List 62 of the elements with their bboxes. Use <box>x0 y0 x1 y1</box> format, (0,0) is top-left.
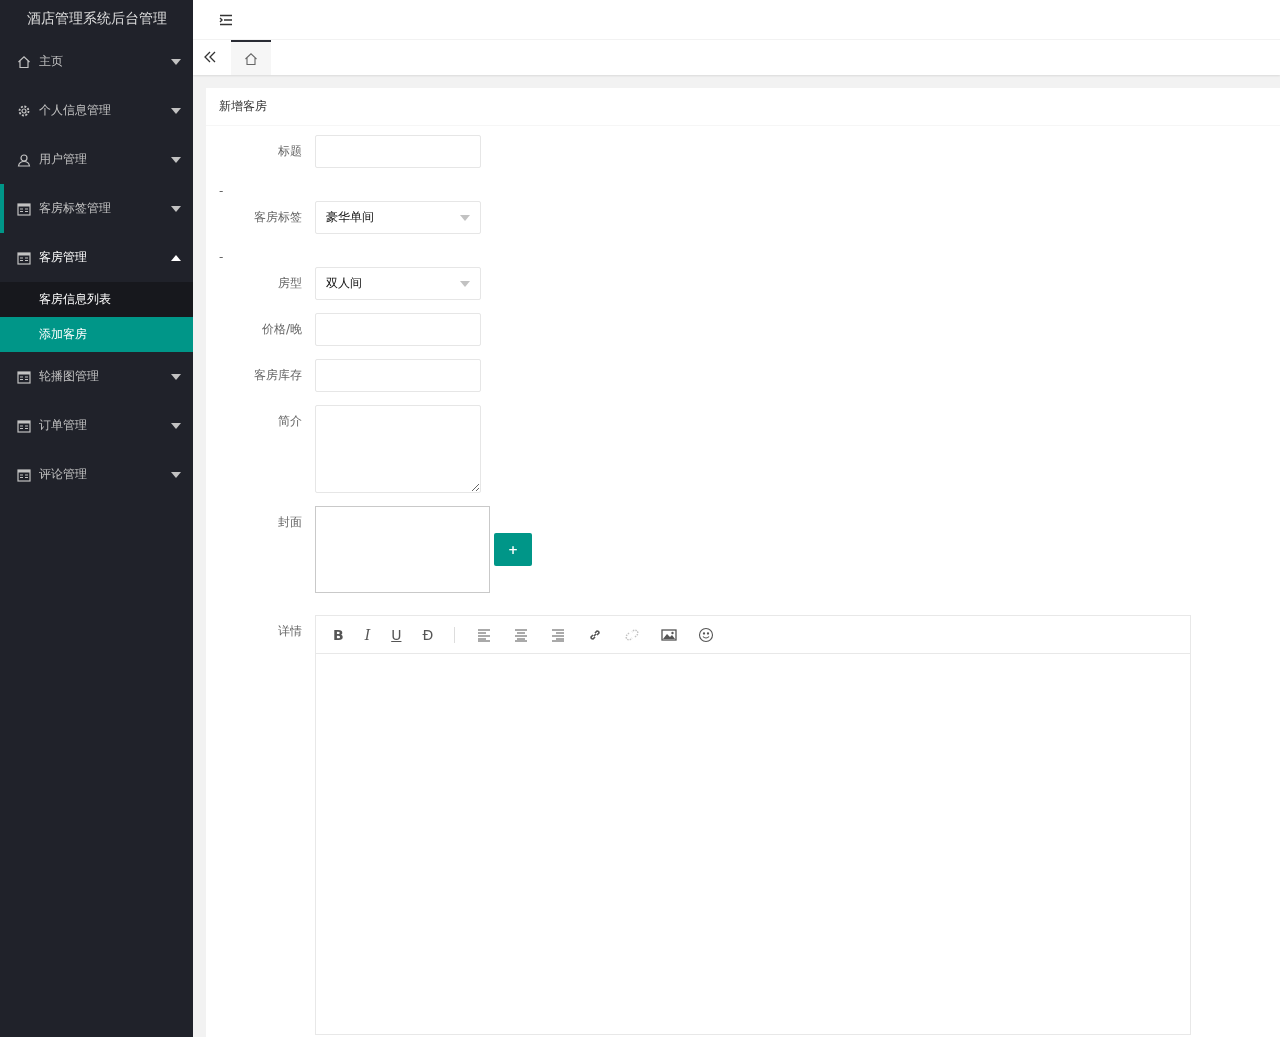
caret-icon <box>171 373 181 380</box>
menu-item[interactable]: 客房管理 <box>0 233 193 282</box>
dash-text: - <box>219 250 224 264</box>
align-right-icon[interactable] <box>550 626 567 643</box>
textarea-field[interactable] <box>315 405 481 493</box>
menu-item[interactable]: 订单管理 <box>0 401 193 450</box>
field-label: 简介 <box>278 414 302 428</box>
calendar-icon <box>17 369 31 384</box>
caret-icon <box>460 214 470 221</box>
card-title: 新增客房 <box>206 88 1280 126</box>
caret-icon <box>460 280 470 287</box>
calendar-icon <box>17 250 31 265</box>
italic-button[interactable]: I <box>364 626 371 643</box>
field-label: 封面 <box>278 515 302 529</box>
input-field[interactable] <box>315 135 481 168</box>
app-title: 酒店管理系统后台管理 <box>25 9 168 28</box>
caret-icon <box>171 58 181 65</box>
menu-item[interactable]: 主页 <box>0 37 193 86</box>
field-label: 详情 <box>278 624 302 638</box>
menu-item[interactable]: 轮播图管理 <box>0 352 193 401</box>
underline-button[interactable]: U <box>391 626 402 643</box>
caret-icon <box>171 422 181 429</box>
user-icon <box>17 152 31 167</box>
menu-item[interactable]: 评论管理 <box>0 450 193 499</box>
align-left-icon[interactable] <box>476 626 493 643</box>
caret-icon <box>171 156 181 163</box>
field-label: 价格/晚 <box>261 322 302 336</box>
home-tab[interactable] <box>231 40 271 75</box>
input-field[interactable] <box>315 313 481 346</box>
menu-item[interactable]: 个人信息管理 <box>0 86 193 135</box>
strike-button[interactable]: Đ <box>422 626 434 643</box>
home-icon <box>17 54 31 69</box>
calendar-icon <box>17 467 31 482</box>
field-label: 标题 <box>278 144 302 158</box>
menu-item[interactable]: 客房标签管理 <box>0 184 193 233</box>
caret-icon <box>171 205 181 212</box>
calendar-icon <box>17 418 31 433</box>
menu-icon[interactable] <box>219 13 233 26</box>
caret-icon <box>171 107 181 114</box>
input-field[interactable] <box>315 359 481 392</box>
toolbar-separator <box>454 626 456 643</box>
dash-text: - <box>219 184 224 198</box>
align-center-icon[interactable] <box>513 626 530 643</box>
submenu-item[interactable]: 添加客房 <box>0 317 193 352</box>
select-field[interactable]: 双人间 <box>315 267 481 300</box>
select-field[interactable]: 豪华单间 <box>315 201 481 234</box>
caret-icon <box>171 471 181 478</box>
menu-item[interactable]: 用户管理 <box>0 135 193 184</box>
emoji-icon[interactable] <box>698 626 715 643</box>
field-label: 客房库存 <box>254 368 302 382</box>
gear-icon <box>17 103 31 118</box>
caret-icon <box>171 254 181 261</box>
collapse-icon[interactable] <box>203 50 217 64</box>
rich-text-editor[interactable]: B I U Đ <box>315 615 1191 1035</box>
field-label: 客房标签 <box>254 210 302 224</box>
image-icon[interactable] <box>661 626 678 643</box>
submenu-item[interactable]: 客房信息列表 <box>0 282 193 317</box>
bold-button[interactable]: B <box>333 626 344 643</box>
home-icon <box>244 51 258 66</box>
field-label: 房型 <box>278 276 302 290</box>
add-button[interactable]: + <box>494 533 532 566</box>
calendar-icon <box>17 201 31 216</box>
